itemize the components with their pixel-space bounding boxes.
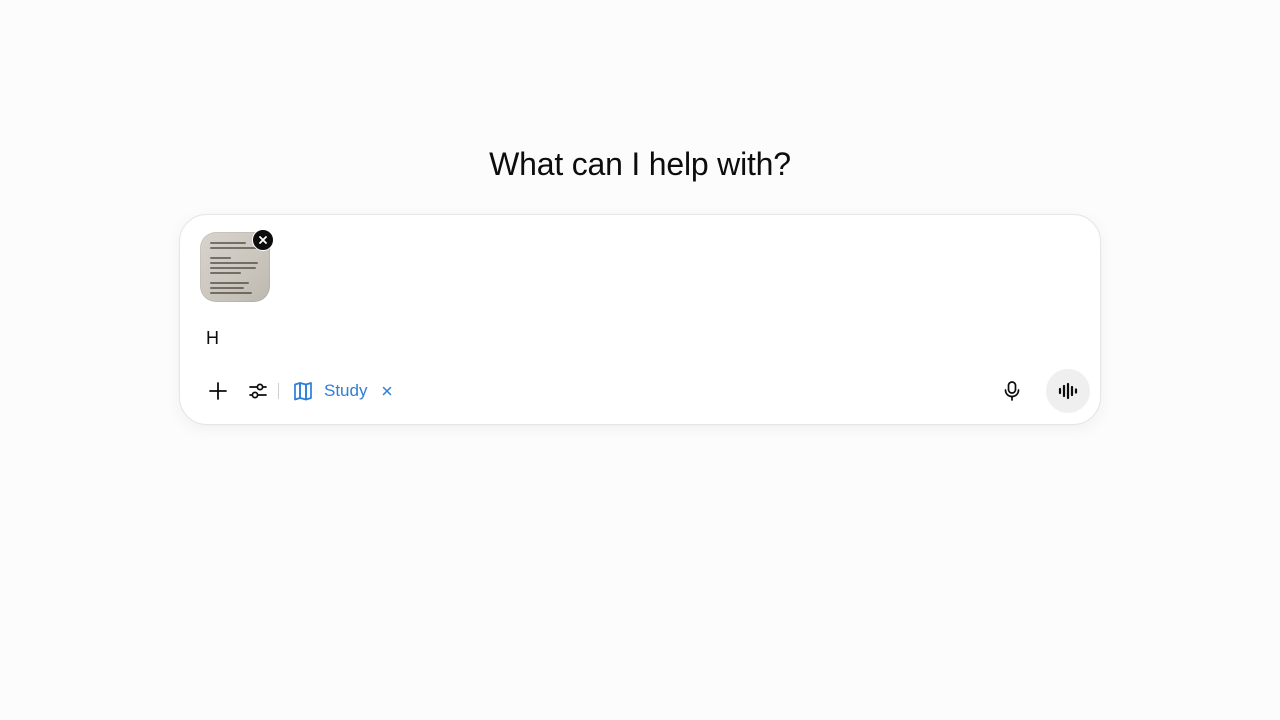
close-icon (383, 386, 392, 396)
remove-attachment-button[interactable] (252, 229, 274, 251)
add-attachment-button[interactable] (200, 369, 236, 413)
prompt-input[interactable]: H (206, 326, 219, 350)
study-mode-label: Study (324, 381, 368, 400)
tools-button[interactable] (240, 369, 276, 413)
study-mode-chip[interactable]: Study (292, 369, 395, 413)
close-icon (259, 236, 267, 244)
book-open-icon (294, 382, 312, 401)
dictate-button[interactable] (994, 369, 1030, 413)
prompt-composer: H Study (179, 214, 1101, 425)
toolbar-divider (278, 383, 279, 399)
composer-toolbar: Study (200, 369, 1090, 413)
sliders-icon (249, 383, 267, 399)
microphone-icon (1004, 381, 1020, 401)
plus-icon (209, 382, 227, 400)
remove-study-mode-button[interactable] (379, 383, 395, 399)
page-title: What can I help with? (489, 146, 791, 182)
voice-waveform-icon (1058, 382, 1078, 400)
document-thumbnail-icon (210, 242, 262, 297)
chat-home-page: What can I help with? H Study (0, 0, 1280, 720)
voice-mode-button[interactable] (1046, 369, 1090, 413)
